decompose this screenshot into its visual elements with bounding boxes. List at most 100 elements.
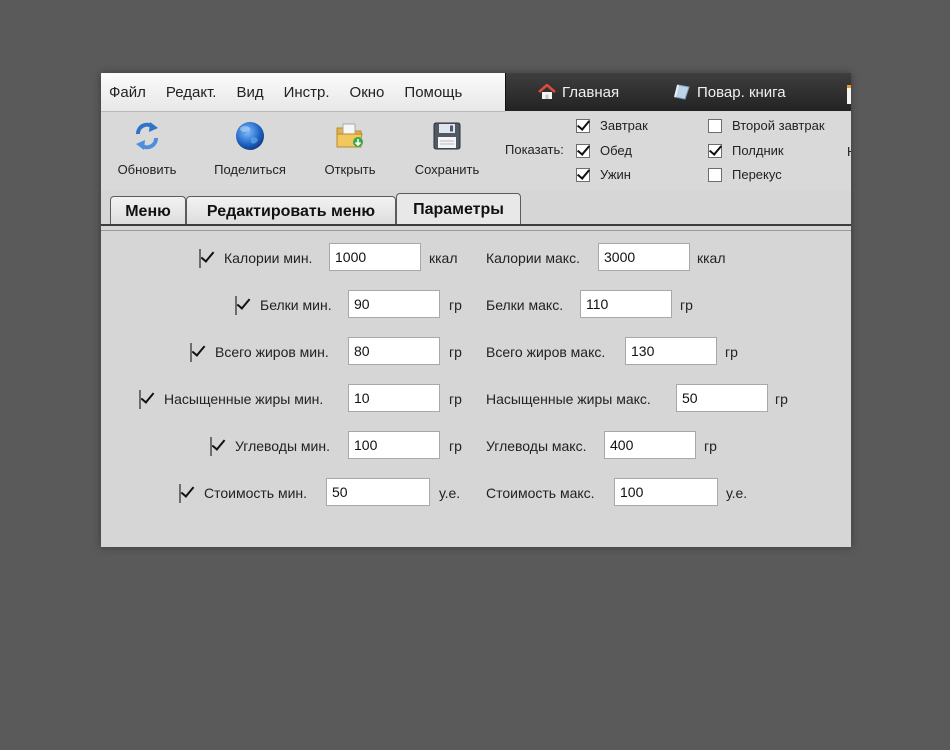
calories-min-unit: ккал: [429, 250, 458, 266]
nav-home-button[interactable]: Главная: [538, 73, 619, 111]
checkbox-label: Ужин: [600, 167, 631, 182]
menu-help[interactable]: Помощь: [398, 84, 468, 101]
checkbox-box[interactable]: [708, 118, 722, 133]
checkbox-box[interactable]: [576, 143, 590, 158]
checkbox-box[interactable]: [235, 296, 237, 315]
nav-cookbook-button[interactable]: Повар. книга: [673, 73, 786, 111]
save-label: Сохранить: [414, 162, 480, 177]
protein-max-label: Белки макс.: [486, 297, 564, 313]
calories-max-label: Калории макс.: [486, 250, 580, 266]
show-dinner-checkbox[interactable]: Ужин: [576, 167, 631, 182]
carbs-min-input[interactable]: 100: [348, 431, 440, 459]
tab-parameters[interactable]: Параметры: [396, 193, 521, 226]
checkbox-box[interactable]: [576, 167, 590, 182]
checkbox-label: Перекус: [732, 167, 782, 182]
protein-max-unit: гр: [680, 297, 693, 313]
calories-min-input[interactable]: 1000: [329, 243, 421, 271]
checkbox-box[interactable]: [708, 167, 722, 182]
cost-min-input[interactable]: 50: [326, 478, 430, 506]
open-button[interactable]: Открыть: [320, 116, 380, 186]
cost-enable-checkbox[interactable]: [179, 484, 195, 503]
checkbox-box[interactable]: [190, 343, 192, 362]
checkbox-box[interactable]: [199, 249, 201, 268]
saturated-fat-min-input[interactable]: 10: [348, 384, 440, 412]
share-button[interactable]: Поделиться: [213, 116, 287, 186]
saturated-fat-max-label: Насыщенные жиры макс.: [486, 391, 651, 407]
saturated-fat-min-unit: гр: [449, 391, 462, 407]
show-label: Показать:: [505, 142, 564, 157]
checkbox-label: Обед: [600, 143, 632, 158]
calories-min-label: Калории мин.: [224, 250, 313, 266]
protein-min-input[interactable]: 90: [348, 290, 440, 318]
checkbox-box[interactable]: [576, 118, 590, 133]
calories-max-input[interactable]: 3000: [598, 243, 690, 271]
cost-max-input[interactable]: 100: [614, 478, 718, 506]
tab-bar: Меню Редактировать меню Параметры: [101, 190, 851, 226]
menu-edit[interactable]: Редакт.: [160, 84, 223, 101]
home-icon: [538, 84, 556, 99]
total-fat-max-input[interactable]: 130: [625, 337, 717, 365]
globe-icon: [236, 122, 264, 150]
protein-max-input[interactable]: 110: [580, 290, 672, 318]
folder-icon: [336, 123, 363, 148]
app-window: Файл Редакт. Вид Инстр. Окно Помощь Глав…: [101, 73, 851, 547]
show-snack-checkbox[interactable]: Перекус: [708, 167, 782, 182]
calories-enable-checkbox[interactable]: [199, 249, 215, 268]
checkbox-box[interactable]: [708, 143, 722, 158]
total-fat-min-unit: гр: [449, 344, 462, 360]
total-fat-min-input[interactable]: 80: [348, 337, 440, 365]
book-icon: [674, 84, 690, 100]
checkbox-label: Второй завтрак: [732, 118, 825, 133]
checkbox-box[interactable]: [210, 437, 212, 456]
total-fat-max-unit: гр: [725, 344, 738, 360]
total-fat-enable-checkbox[interactable]: [190, 343, 206, 362]
menu-view[interactable]: Вид: [230, 84, 269, 101]
carbs-max-input[interactable]: 400: [604, 431, 696, 459]
cost-min-label: Стоимость мин.: [204, 485, 308, 501]
menu-bar: Файл Редакт. Вид Инстр. Окно Помощь: [101, 73, 505, 112]
refresh-label: Обновить: [117, 162, 177, 177]
show-afternoon-snack-checkbox[interactable]: Полдник: [708, 143, 784, 158]
toolbar: Обновить Поделиться Открыть Сохранить По…: [101, 112, 851, 190]
checkbox-box[interactable]: [179, 484, 181, 503]
saturated-fat-min-label: Насыщенные жиры мин.: [164, 391, 324, 407]
show-second-breakfast-checkbox[interactable]: Второй завтрак: [708, 118, 825, 133]
tab-divider: [101, 224, 851, 226]
cost-max-unit: у.е.: [726, 485, 748, 501]
open-label: Открыть: [324, 162, 376, 177]
total-fat-min-label: Всего жиров мин.: [215, 344, 329, 360]
calendar-icon[interactable]: [847, 85, 851, 104]
tab-menu[interactable]: Меню: [110, 196, 186, 226]
save-button[interactable]: Сохранить: [412, 116, 482, 186]
protein-enable-checkbox[interactable]: [235, 296, 251, 315]
cut-off-text: Н: [847, 144, 851, 159]
tab-divider-inner: [101, 230, 851, 231]
carbs-enable-checkbox[interactable]: [210, 437, 226, 456]
floppy-disk-icon: [433, 122, 461, 150]
carbs-max-label: Углеводы макс.: [486, 438, 587, 454]
checkbox-label: Завтрак: [600, 118, 648, 133]
saturated-fat-max-input[interactable]: 50: [676, 384, 768, 412]
show-breakfast-checkbox[interactable]: Завтрак: [576, 118, 648, 133]
checkbox-label: Полдник: [732, 143, 784, 158]
menu-window[interactable]: Окно: [344, 84, 391, 101]
checkbox-box[interactable]: [139, 390, 141, 409]
tab-edit-menu[interactable]: Редактировать меню: [186, 196, 396, 226]
carbs-max-unit: гр: [704, 438, 717, 454]
calories-max-unit: ккал: [697, 250, 726, 266]
share-label: Поделиться: [214, 162, 286, 177]
refresh-button[interactable]: Обновить: [115, 116, 179, 186]
show-lunch-checkbox[interactable]: Обед: [576, 143, 632, 158]
refresh-icon: [136, 122, 158, 150]
carbs-min-unit: гр: [449, 438, 462, 454]
cost-min-unit: у.е.: [439, 485, 461, 501]
carbs-min-label: Углеводы мин.: [235, 438, 330, 454]
protein-min-unit: гр: [449, 297, 462, 313]
nav-home-label: Главная: [562, 83, 620, 101]
saturated-fat-enable-checkbox[interactable]: [139, 390, 155, 409]
nav-bar: Главная Повар. книга: [505, 73, 851, 111]
protein-min-label: Белки мин.: [260, 297, 332, 313]
nav-cookbook-label: Повар. книга: [697, 83, 786, 101]
menu-file[interactable]: Файл: [103, 84, 152, 101]
menu-tools[interactable]: Инстр.: [278, 84, 336, 101]
